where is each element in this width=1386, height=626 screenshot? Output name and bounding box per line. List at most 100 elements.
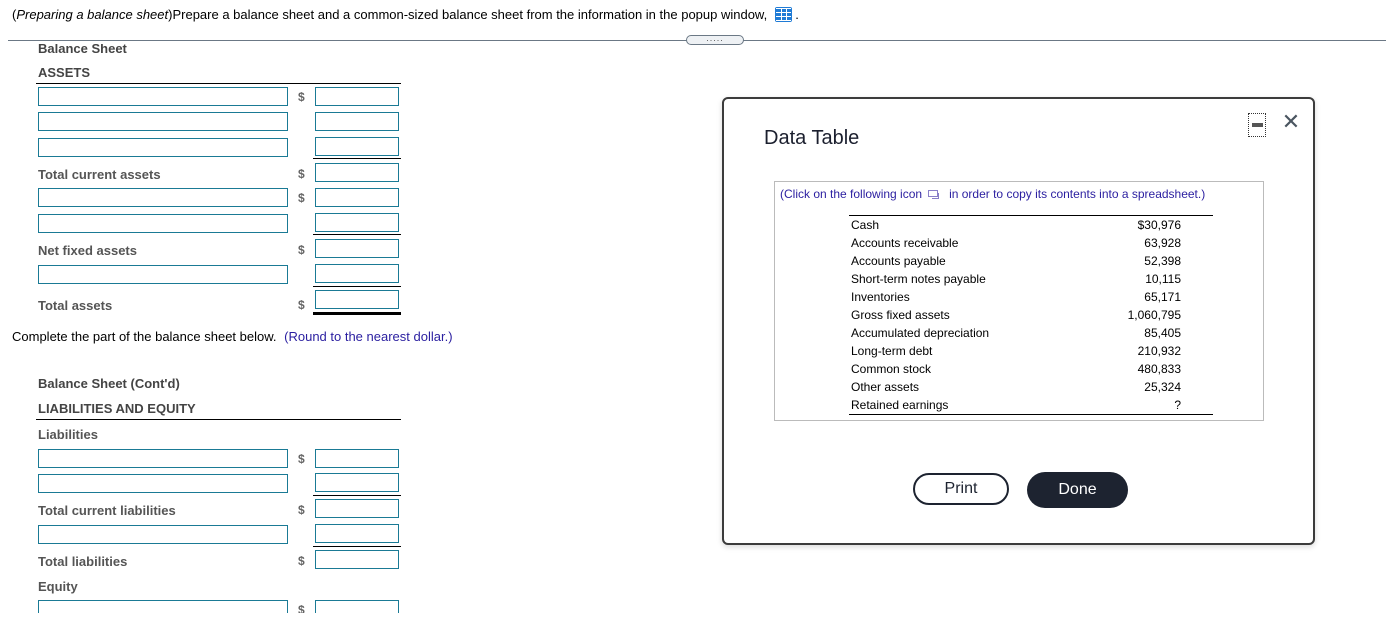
row-value: 63,928 [1144,236,1181,250]
asset-amount-input-2[interactable] [315,112,399,131]
question-body: Prepare a balance sheet and a common-siz… [172,7,768,22]
table-row: Short-term notes payable 10,115 [849,270,1181,288]
subtotal-rule [313,158,401,159]
row-value: 210,932 [1137,344,1181,358]
liability-amount-input-1[interactable] [315,449,399,468]
row-value: ? [1174,398,1181,412]
subtotal-rule [313,495,401,496]
balance-sheet-title: Balance Sheet [38,41,127,56]
data-table-grid-icon[interactable] [775,7,793,22]
copy-note-after: in order to copy its contents into a spr… [949,187,1206,201]
row-label: Retained earnings [851,398,949,412]
instruction-main: Complete the part of the balance sheet b… [12,329,277,344]
asset-account-name-input-4[interactable] [38,188,288,207]
liabilities-label: Liabilities [38,427,98,442]
row-label: Accumulated depreciation [851,326,990,340]
asset-amount-input-6[interactable] [315,264,399,283]
dialog-title: Data Table [764,127,860,149]
total-liabilities-label: Total liabilities [38,554,128,569]
question-trailing: . [795,7,799,22]
liability-amount-input-3[interactable] [315,524,399,543]
table-row: Common stock 480,833 [849,360,1181,378]
currency-symbol: $ [298,554,305,568]
table-row: Retained earnings? [849,396,1181,414]
total-assets-label: Total assets [38,298,113,313]
asset-account-name-input-2[interactable] [38,112,288,131]
print-button[interactable]: Print [913,473,1009,505]
row-label: Accounts receivable [851,236,959,250]
liability-account-name-input-3[interactable] [38,525,288,544]
row-value: 65,171 [1144,290,1181,304]
row-label: Other assets [851,380,920,394]
table-row: Cash $30,976 [849,216,1181,234]
minimize-icon [1252,123,1263,127]
asset-amount-input-4[interactable] [315,188,399,207]
liability-account-name-input-1[interactable] [38,449,288,468]
row-label: Long-term debt [851,344,933,358]
assets-heading: ASSETS [38,65,91,80]
total-current-assets-input[interactable] [315,163,399,182]
asset-amount-input-1[interactable] [315,87,399,106]
table-row: Accumulated depreciation 85,405 [849,324,1181,342]
asset-account-name-input-6[interactable] [38,265,288,284]
total-assets-input[interactable] [315,290,399,309]
panel-splitter-handle[interactable]: ..... [686,34,744,45]
table-row: Long-term debt 210,932 [849,342,1181,360]
data-table-container: (Click on the following icon in order to… [774,181,1264,421]
row-label: Gross fixed assets [851,308,950,322]
subtotal-rule [313,546,401,547]
currency-symbol: $ [298,243,305,257]
currency-symbol: $ [298,191,305,205]
row-label: Short-term notes payable [851,272,986,286]
data-table-dialog: Data Table ✕ (Click on the following ico… [722,97,1315,545]
total-current-liabilities-input[interactable] [315,499,399,518]
assets-heading-rule [36,83,401,84]
liability-amount-input-2[interactable] [315,473,399,492]
done-button[interactable]: Done [1027,472,1128,508]
equity-label: Equity [38,579,78,594]
row-label: Inventories [851,290,910,304]
copy-note-before: (Click on the following icon [780,187,923,201]
rounding-hint: (Round to the nearest dollar.) [284,329,453,344]
row-value: 85,405 [1144,326,1181,340]
copy-to-spreadsheet-icon[interactable] [928,189,940,199]
subtotal-rule [313,286,401,287]
asset-account-name-input-3[interactable] [38,138,288,157]
table-row: Other assets 25,324 [849,378,1181,396]
row-value: 1,060,795 [1127,308,1181,322]
asset-account-name-input-5[interactable] [38,214,288,233]
subtotal-rule [313,234,401,235]
table-row: Accounts payable 52,398 [849,252,1181,270]
close-icon: ✕ [1281,109,1301,134]
row-label: Common stock [851,362,932,376]
table-row: Accounts receivable 63,928 [849,234,1181,252]
liability-account-name-input-2[interactable] [38,474,288,493]
total-current-liabilities-label: Total current liabilities [38,503,176,518]
asset-account-name-input-1[interactable] [38,87,288,106]
currency-symbol: $ [298,167,305,181]
row-label: Cash [851,218,880,232]
row-value: 10,115 [1145,272,1181,286]
minimize-button[interactable] [1248,113,1266,137]
total-double-rule [313,312,401,315]
close-button[interactable]: ✕ [1280,111,1302,133]
table-row: Inventories 65,171 [849,288,1181,306]
net-fixed-assets-label: Net fixed assets [38,243,137,258]
currency-symbol: $ [298,503,305,517]
net-fixed-assets-input[interactable] [315,239,399,258]
copy-instruction: (Click on the following icon in order to… [780,187,1205,201]
currency-symbol: $ [298,452,305,466]
total-current-assets-label: Total current assets [38,167,161,182]
asset-amount-input-5[interactable] [315,213,399,232]
currency-symbol: $ [298,90,305,104]
row-value: $30,976 [1137,218,1181,232]
total-liabilities-input[interactable] [315,550,399,569]
asset-amount-input-3[interactable] [315,137,399,156]
row-value: 25,324 [1144,380,1181,394]
currency-symbol: $ [298,298,305,312]
table-bottom-rule [849,414,1213,415]
question-text: (Preparing a balance sheet) Prepare a ba… [12,7,799,22]
liabilities-heading-rule [36,419,401,420]
balance-sheet-contd-title: Balance Sheet (Cont'd) [38,376,180,391]
question-topic: Preparing a balance sheet [16,7,169,22]
